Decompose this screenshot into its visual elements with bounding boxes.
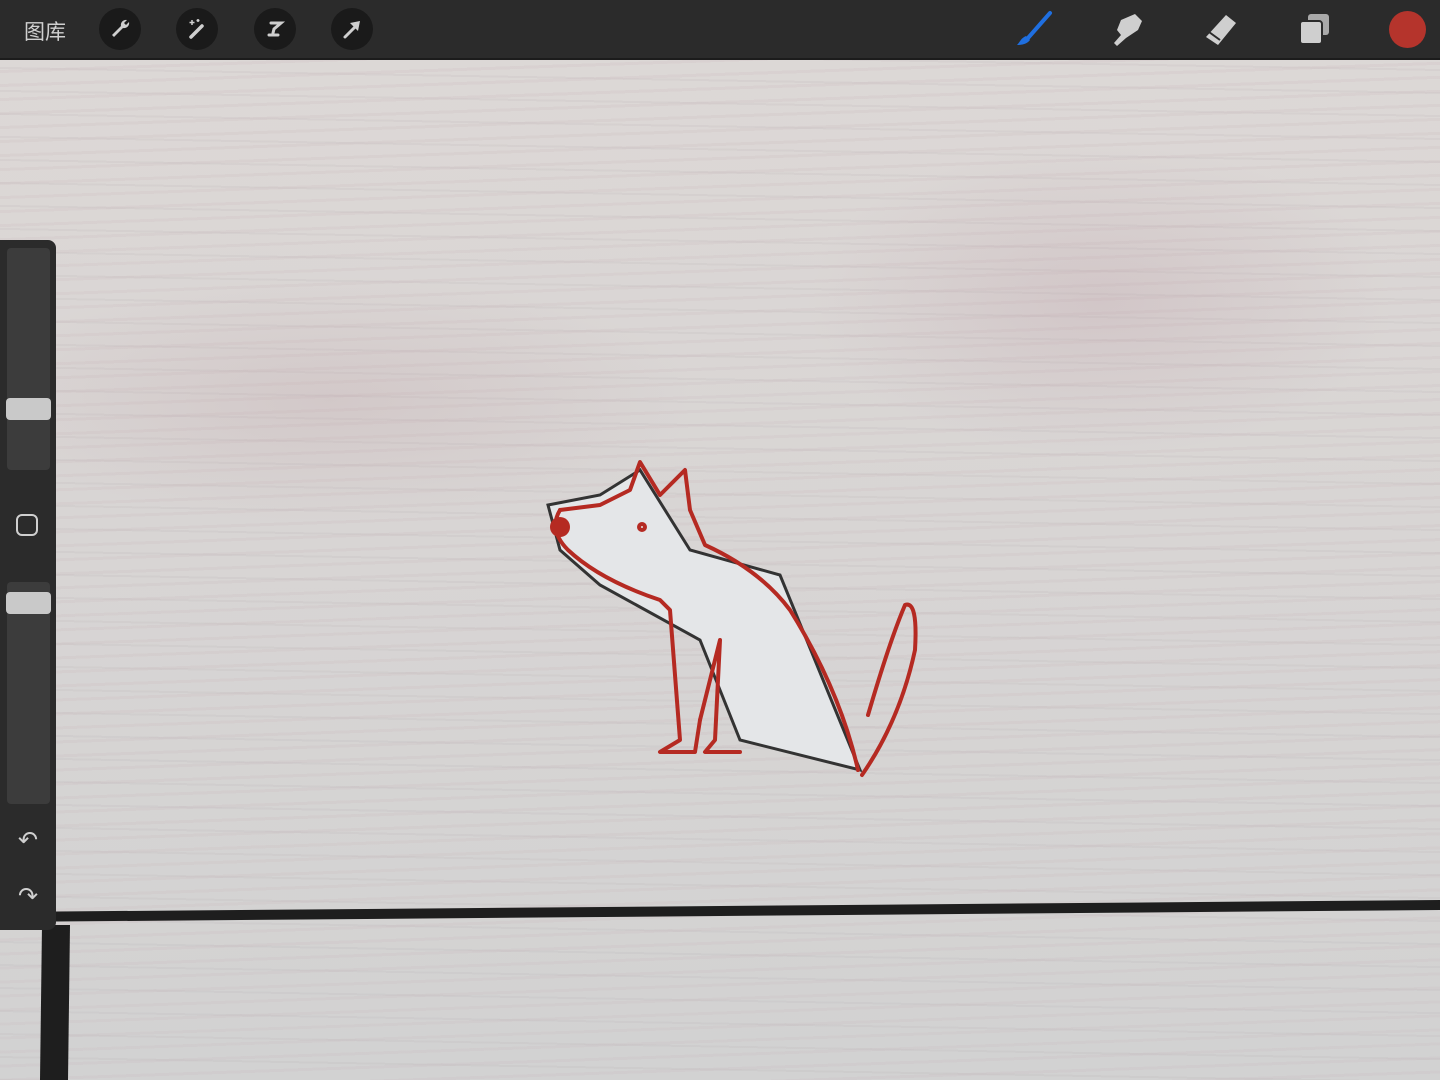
opacity-thumb[interactable]: [6, 592, 51, 614]
transform-button[interactable]: [331, 8, 373, 50]
layers-icon: [1299, 14, 1329, 45]
transform-arrow-icon: [343, 21, 360, 39]
undo-button[interactable]: ↶: [14, 828, 42, 852]
redo-button[interactable]: ↷: [14, 884, 42, 908]
layers-button[interactable]: [1294, 10, 1334, 50]
top-toolbar: 图库: [0, 0, 1440, 60]
modify-button[interactable]: [16, 514, 38, 536]
brush-icon: [1017, 11, 1052, 45]
canvas-artwork: [0, 460, 1440, 1080]
selection-icon: [267, 21, 286, 37]
undo-icon: ↶: [17, 826, 39, 854]
redo-icon: ↷: [17, 882, 39, 910]
floor-seam: [0, 900, 1440, 922]
left-sidebar: ↶ ↷: [0, 240, 56, 930]
wrench-icon: [112, 19, 130, 37]
drawing-canvas[interactable]: [0, 0, 1440, 1080]
adjustments-button[interactable]: [176, 8, 218, 50]
eraser-button[interactable]: [1200, 10, 1240, 50]
smudge-button[interactable]: [1107, 10, 1147, 50]
smudge-icon: [1114, 14, 1142, 46]
actions-button[interactable]: [99, 8, 141, 50]
eraser-icon: [1206, 15, 1236, 45]
selection-button[interactable]: [254, 8, 296, 50]
magic-wand-icon: [189, 19, 204, 39]
dog-nose: [550, 517, 570, 537]
gallery-button[interactable]: 图库: [24, 16, 66, 46]
sketch-shading: [546, 467, 863, 773]
brush-size-slider[interactable]: [7, 248, 50, 470]
floor-seam-vertical: [40, 925, 70, 1080]
brush-button[interactable]: [1014, 10, 1054, 50]
opacity-slider[interactable]: [7, 582, 50, 804]
brush-size-thumb[interactable]: [6, 398, 51, 420]
color-picker-button[interactable]: [1389, 11, 1426, 48]
